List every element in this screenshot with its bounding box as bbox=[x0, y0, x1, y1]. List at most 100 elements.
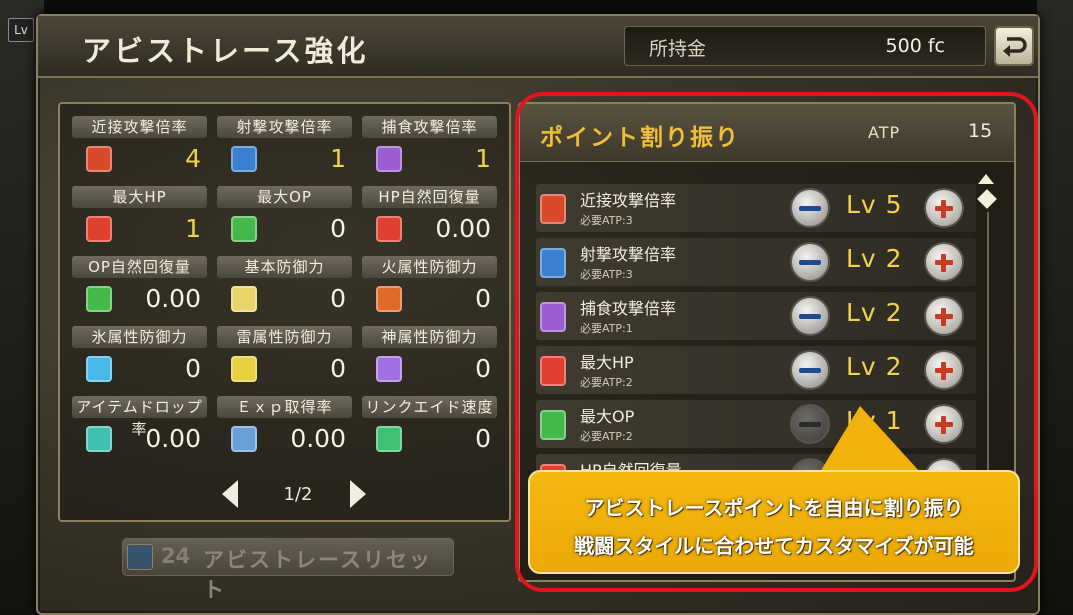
stat-label: 射撃攻撃倍率 bbox=[217, 116, 352, 138]
page-title: アビストレース強化 bbox=[82, 34, 369, 68]
point-row: 近接攻撃倍率 必要ATP:3 Lv 5 bbox=[536, 184, 976, 232]
level-corner-badge: Lv bbox=[8, 18, 34, 42]
stat-value: 0 bbox=[330, 354, 346, 383]
thunder-icon bbox=[231, 356, 257, 382]
scroll-up-icon[interactable] bbox=[978, 174, 994, 184]
minus-icon bbox=[799, 367, 821, 373]
stat-value: 0.00 bbox=[435, 214, 491, 243]
stat-value: 0.00 bbox=[145, 284, 201, 313]
predation-jaw-icon bbox=[540, 302, 566, 332]
gun-icon bbox=[231, 146, 257, 172]
reset-label: アビストレースリセット bbox=[203, 548, 432, 602]
callout-line-2: 戦闘スタイルに合わせてカスタマイズが可能 bbox=[574, 534, 974, 558]
stat-cell: アイテムドロップ率 0.00 bbox=[72, 396, 207, 460]
link-aid-icon bbox=[376, 426, 402, 452]
predation-jaw-icon bbox=[376, 146, 402, 172]
prev-page-arrow-icon[interactable] bbox=[222, 480, 238, 508]
minus-icon bbox=[799, 421, 821, 427]
decrease-button[interactable] bbox=[790, 242, 830, 282]
point-row-name: 捕食攻撃倍率 bbox=[580, 299, 677, 318]
stats-pager: 1/2 bbox=[60, 480, 509, 510]
plus-icon-vertical bbox=[941, 200, 946, 218]
gun-icon bbox=[540, 248, 566, 278]
decrease-button[interactable] bbox=[790, 296, 830, 336]
money-label: 所持金 bbox=[649, 38, 707, 60]
reset-item-icon bbox=[127, 544, 153, 570]
stat-label: 火属性防御力 bbox=[362, 256, 497, 278]
point-row-requirement: 必要ATP:2 bbox=[580, 430, 633, 443]
ice-icon bbox=[86, 356, 112, 382]
callout-pointer bbox=[820, 406, 920, 472]
point-row: 最大HP 必要ATP:2 Lv 2 bbox=[536, 346, 976, 394]
decrease-button[interactable] bbox=[790, 350, 830, 390]
stat-value: 1 bbox=[330, 144, 346, 173]
increase-button[interactable] bbox=[924, 404, 964, 444]
stat-cell: 最大HP 1 bbox=[72, 186, 207, 250]
stat-cell: 基本防御力 0 bbox=[217, 256, 352, 320]
plus-icon-vertical bbox=[941, 416, 946, 434]
stat-label: Ｅｘｐ取得率 bbox=[217, 396, 352, 418]
stat-value: 4 bbox=[185, 144, 201, 173]
point-row-level: Lv 2 bbox=[846, 244, 903, 273]
stat-cell: 氷属性防御力 0 bbox=[72, 326, 207, 390]
stat-cell: HP自然回復量 0.00 bbox=[362, 186, 497, 250]
stat-value: 1 bbox=[185, 214, 201, 243]
stat-cell: 神属性防御力 0 bbox=[362, 326, 497, 390]
stat-cell: 捕食攻撃倍率 1 bbox=[362, 116, 497, 180]
point-row-level: Lv 5 bbox=[846, 190, 903, 219]
point-row-name: 最大HP bbox=[580, 353, 634, 372]
increase-button[interactable] bbox=[924, 188, 964, 228]
reset-count: 24 bbox=[161, 544, 191, 568]
op-regen-icon bbox=[86, 286, 112, 312]
reset-button[interactable]: 24 アビストレースリセット bbox=[122, 538, 454, 602]
increase-button[interactable] bbox=[924, 350, 964, 390]
melee-sword-icon bbox=[540, 194, 566, 224]
point-row: 射撃攻撃倍率必要ATP:3 Lv 2 bbox=[536, 238, 976, 286]
point-row-requirement: 必要ATP:3 bbox=[580, 268, 633, 281]
stat-value: 0 bbox=[330, 284, 346, 313]
point-row-level: Lv 2 bbox=[846, 298, 903, 327]
scroll-track-line bbox=[987, 212, 989, 492]
stat-cell: 火属性防御力 0 bbox=[362, 256, 497, 320]
plus-icon-vertical bbox=[941, 254, 946, 272]
stat-label: 近接攻撃倍率 bbox=[72, 116, 207, 138]
stat-label: 最大OP bbox=[217, 186, 352, 208]
stat-value: 0 bbox=[475, 284, 491, 313]
back-button[interactable] bbox=[994, 26, 1034, 66]
stats-panel: 近接攻撃倍率 4 射撃攻撃倍率 1 捕食攻撃倍率 1 最大HP 1 最大OP 0 HP自然回復量 0.… bbox=[58, 102, 511, 522]
stat-label: 神属性防御力 bbox=[362, 326, 497, 348]
next-page-arrow-icon[interactable] bbox=[350, 480, 366, 508]
stat-label: 基本防御力 bbox=[217, 256, 352, 278]
stat-label: 最大HP bbox=[72, 186, 207, 208]
points-scrollbar[interactable] bbox=[977, 166, 997, 506]
decrease-button[interactable] bbox=[790, 188, 830, 228]
background-right bbox=[1037, 0, 1073, 615]
stat-cell: OP自然回復量 0.00 bbox=[72, 256, 207, 320]
point-row-name: 射撃攻撃倍率 bbox=[580, 245, 677, 264]
stat-value: 0 bbox=[330, 214, 346, 243]
stat-cell: Ｅｘｐ取得率 0.00 bbox=[217, 396, 352, 460]
stat-cell: 射撃攻撃倍率 1 bbox=[217, 116, 352, 180]
point-row-requirement: 必要ATP:2 bbox=[580, 376, 633, 389]
melee-sword-icon bbox=[86, 146, 112, 172]
stat-cell: 雷属性防御力 0 bbox=[217, 326, 352, 390]
callout-line-1: アビストレースポイントを自由に割り振り bbox=[584, 496, 964, 520]
return-arrow-icon bbox=[1003, 37, 1027, 57]
exp-icon bbox=[231, 426, 257, 452]
stat-value: 0.00 bbox=[145, 424, 201, 453]
stat-cell: 最大OP 0 bbox=[217, 186, 352, 250]
point-row-name: 最大OP bbox=[580, 407, 635, 426]
money-value: 500 fc bbox=[885, 35, 945, 57]
stat-value: 0 bbox=[185, 354, 201, 383]
point-row-level: Lv 2 bbox=[846, 352, 903, 381]
item-drop-icon bbox=[86, 426, 112, 452]
hp-up-icon bbox=[86, 216, 112, 242]
points-header: ポイント割り振り ATP 15 bbox=[520, 104, 1014, 162]
increase-button[interactable] bbox=[924, 296, 964, 336]
hp-regen-icon bbox=[376, 216, 402, 242]
defense-card-icon bbox=[231, 286, 257, 312]
divine-icon bbox=[376, 356, 402, 382]
plus-icon-vertical bbox=[941, 362, 946, 380]
increase-button[interactable] bbox=[924, 242, 964, 282]
point-row-requirement: 必要ATP:1 bbox=[580, 322, 633, 335]
